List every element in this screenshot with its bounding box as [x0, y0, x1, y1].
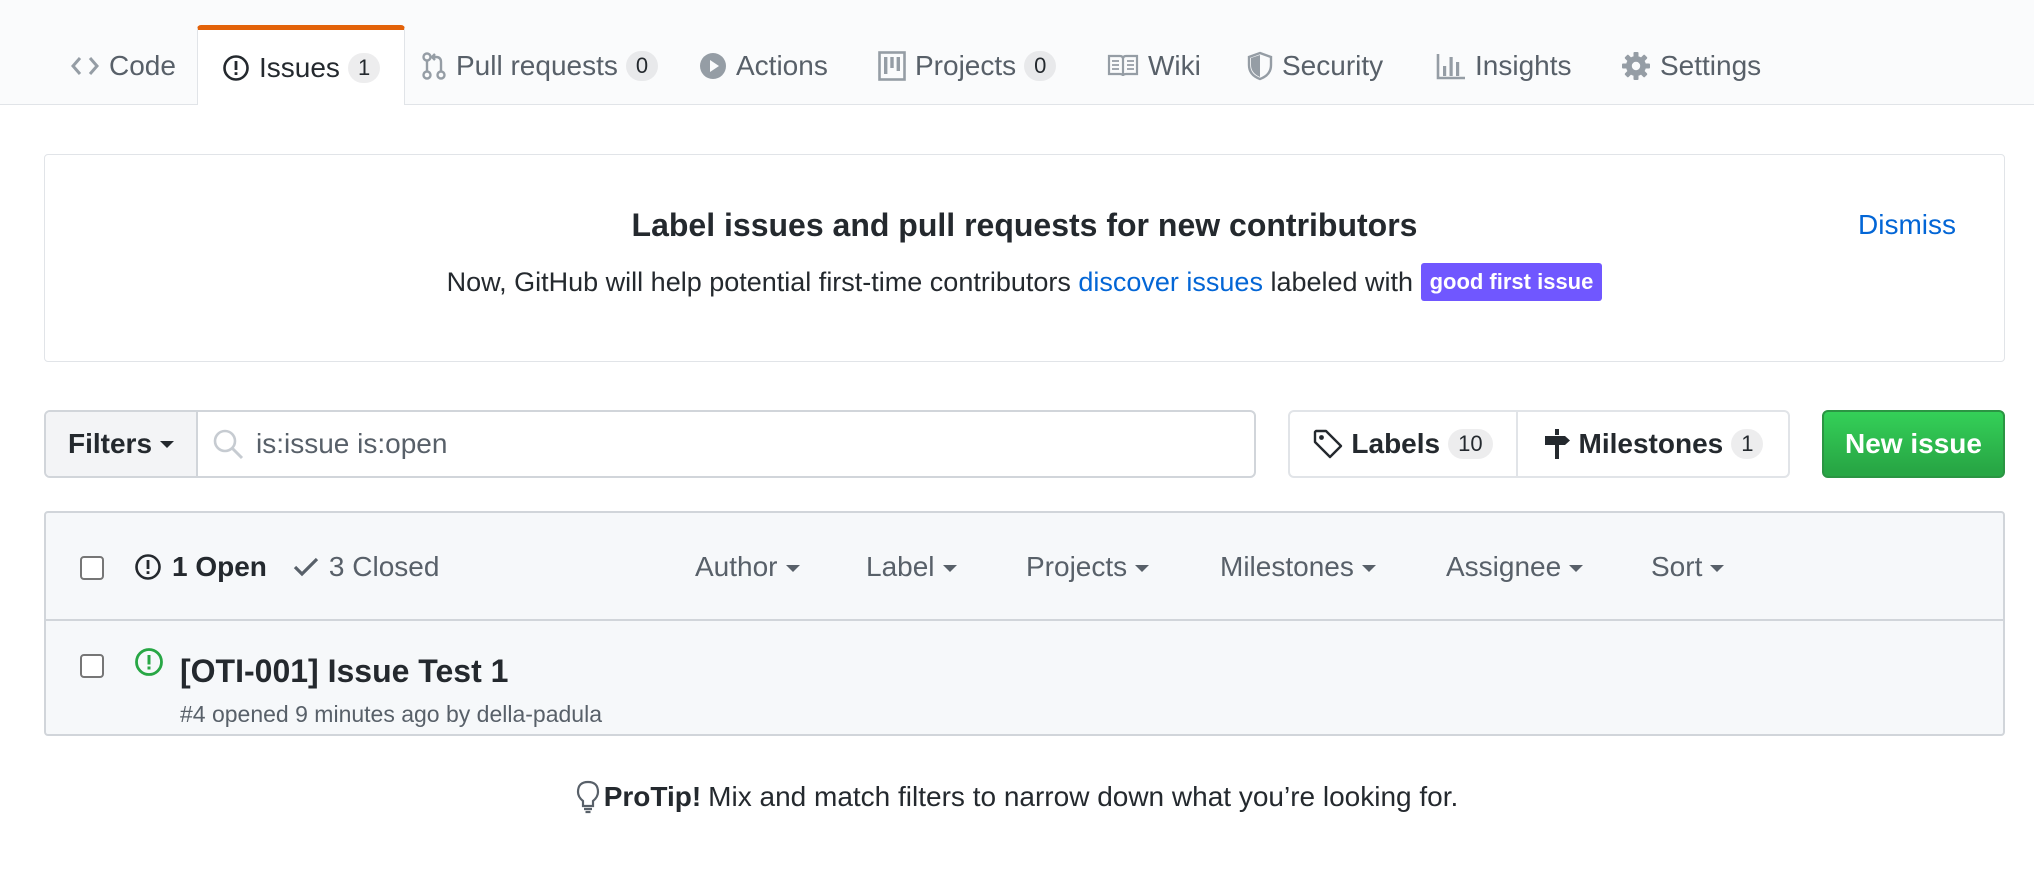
tab-insights[interactable]: Insights: [1436, 26, 1572, 106]
pull-requests-counter: 0: [625, 51, 659, 81]
author-menu[interactable]: Author: [695, 551, 800, 583]
tab-projects[interactable]: Projects 0: [878, 26, 1057, 106]
issues-list: 1 Open 3 Closed Author Label Projects Mi…: [44, 511, 2005, 736]
menu-label: Label: [866, 551, 935, 582]
menu-label: Author: [695, 551, 778, 582]
play-icon: [699, 52, 727, 80]
banner-text-before: Now, GitHub will help potential first-ti…: [446, 267, 1079, 297]
dismiss-button[interactable]: Dismiss: [1858, 209, 1956, 241]
tab-actions[interactable]: Actions: [699, 26, 828, 106]
menu-label: Sort: [1651, 551, 1703, 582]
book-icon: [1107, 53, 1139, 79]
good-first-issue-label[interactable]: good first issue: [1420, 263, 1603, 301]
select-all-checkbox[interactable]: [80, 556, 104, 580]
caret-down-icon: [160, 440, 175, 448]
banner-title: Label issues and pull requests for new c…: [631, 207, 1418, 243]
check-icon: [293, 556, 319, 578]
milestones-button-label: Milestones: [1578, 428, 1724, 459]
graph-icon: [1436, 52, 1466, 80]
shield-icon: [1247, 51, 1273, 81]
issue-state-toggle: 1 Open 3 Closed: [134, 551, 439, 583]
caret-down-icon: [1710, 565, 1725, 573]
issue-checkbox[interactable]: [80, 654, 104, 678]
tag-icon: [1313, 429, 1343, 459]
tab-issues[interactable]: Issues 1: [197, 25, 406, 105]
open-issues-link[interactable]: 1 Open: [134, 551, 267, 583]
repo-nav: Code Issues 1 Pull requests 0 Actions Pr…: [0, 0, 2034, 105]
filter-bar: Filters: [44, 410, 1256, 478]
label-menu[interactable]: Label: [866, 551, 957, 583]
light-bulb-icon: [576, 780, 600, 814]
sort-menu[interactable]: Sort: [1651, 551, 1725, 583]
new-contributors-banner: Label issues and pull requests for new c…: [44, 154, 2005, 362]
tab-label: Settings: [1660, 50, 1762, 81]
assignee-menu[interactable]: Assignee: [1446, 551, 1584, 583]
milestone-icon: [1543, 428, 1571, 460]
milestones-counter: 1: [1731, 429, 1764, 459]
discover-issues-link[interactable]: discover issues: [1078, 267, 1263, 297]
issues-list-header: 1 Open 3 Closed Author Label Projects Mi…: [46, 513, 2003, 621]
labels-milestones-group: Labels 10 Milestones 1: [1288, 410, 1790, 478]
tab-pull-requests[interactable]: Pull requests 0: [421, 26, 659, 106]
caret-down-icon: [785, 565, 800, 573]
issue-meta: #4 opened 9 minutes ago by della-padula: [180, 701, 602, 727]
milestones-button[interactable]: Milestones 1: [1518, 412, 1788, 476]
labels-button[interactable]: Labels 10: [1290, 412, 1518, 476]
issues-search-input[interactable]: [198, 412, 1254, 476]
closed-count-label: 3 Closed: [328, 551, 440, 582]
tab-label: Wiki: [1148, 50, 1201, 81]
closed-issues-link[interactable]: 3 Closed: [293, 551, 440, 583]
labels-counter: 10: [1448, 429, 1493, 459]
code-icon: [70, 53, 100, 79]
tab-label: Insights: [1475, 50, 1572, 81]
projects-menu[interactable]: Projects: [1026, 551, 1150, 583]
menu-label: Projects: [1026, 551, 1128, 582]
git-pull-request-icon: [421, 51, 447, 81]
search-wrap: [198, 412, 1254, 476]
projects-counter: 0: [1024, 51, 1057, 81]
filters-button[interactable]: Filters: [46, 412, 198, 476]
tab-label: Code: [109, 50, 176, 81]
banner-text-after: labeled with: [1262, 267, 1421, 297]
issues-counter: 1: [347, 52, 381, 83]
banner-text: Now, GitHub will help potential first-ti…: [45, 263, 2004, 301]
caret-down-icon: [942, 565, 957, 573]
labels-button-label: Labels: [1351, 428, 1441, 459]
protip: ProTip! Mix and match filters to narrow …: [0, 780, 2034, 814]
issue-title-link[interactable]: [OTI-001] Issue Test 1: [180, 653, 508, 690]
filters-button-label: Filters: [67, 428, 153, 459]
project-icon: [878, 51, 906, 81]
caret-down-icon: [1361, 565, 1376, 573]
menu-label: Milestones: [1220, 551, 1354, 582]
search-icon: [212, 428, 244, 465]
new-issue-button[interactable]: New issue: [1822, 410, 2005, 478]
tab-label: Issues: [259, 51, 340, 83]
tab-wiki[interactable]: Wiki: [1107, 26, 1201, 106]
tab-label: Actions: [736, 50, 828, 81]
milestones-menu[interactable]: Milestones: [1220, 551, 1376, 583]
issue-row: [OTI-001] Issue Test 1 #4 opened 9 minut…: [46, 621, 2003, 736]
tab-settings[interactable]: Settings: [1621, 26, 1761, 106]
gear-icon: [1621, 51, 1651, 81]
issue-opened-icon: [222, 54, 250, 82]
protip-text: Mix and match filters to narrow down wha…: [708, 781, 1459, 812]
issue-opened-icon: [134, 647, 164, 682]
caret-down-icon: [1569, 565, 1584, 573]
tab-security[interactable]: Security: [1247, 26, 1383, 106]
protip-strong: ProTip!: [603, 781, 702, 812]
tab-label: Security: [1282, 50, 1384, 81]
caret-down-icon: [1135, 565, 1150, 573]
tab-label: Pull requests: [456, 50, 618, 81]
menu-label: Assignee: [1446, 551, 1562, 582]
open-count-label: 1 Open: [172, 551, 267, 582]
tab-code[interactable]: Code: [70, 26, 176, 106]
issue-opened-icon: [134, 553, 162, 581]
tab-label: Projects: [915, 50, 1017, 81]
